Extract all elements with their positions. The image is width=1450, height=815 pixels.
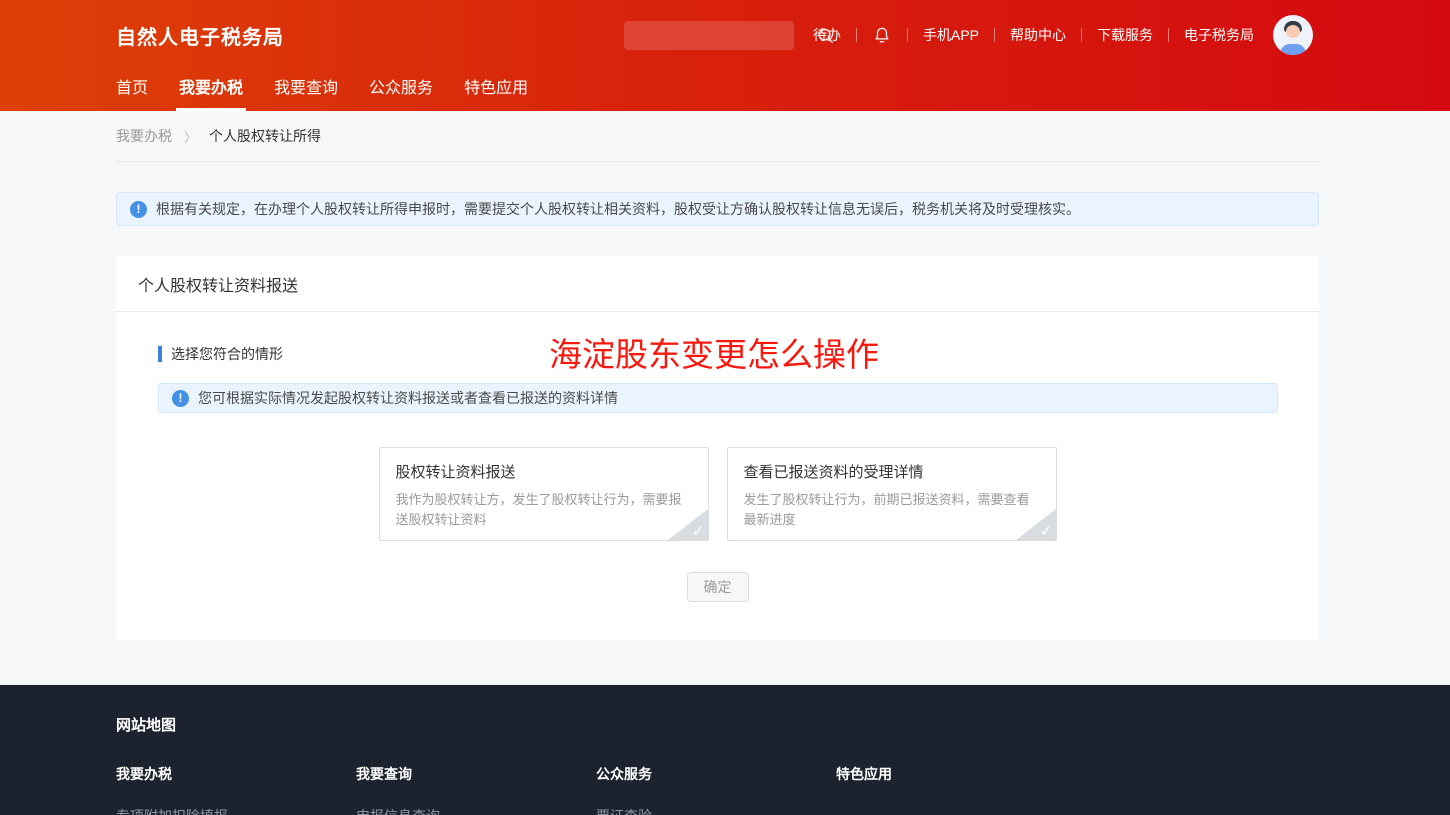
search-box bbox=[624, 21, 794, 50]
card-title: 个人股权转让资料报送 bbox=[116, 256, 1319, 312]
header: 自然人电子税务局 待办 bbox=[0, 0, 1450, 111]
divider bbox=[1168, 28, 1169, 42]
breadcrumb-separator: 〉 bbox=[184, 127, 197, 146]
divider bbox=[907, 28, 908, 42]
nav-featured-apps[interactable]: 特色应用 bbox=[464, 70, 528, 111]
nav-tax-handling[interactable]: 我要办税 bbox=[179, 70, 243, 111]
inner-info-alert-text: 您可根据实际情况发起股权转让资料报送或者查看已报送的资料详情 bbox=[198, 388, 618, 408]
breadcrumb: 我要办税 〉 个人股权转让所得 bbox=[0, 111, 1450, 162]
breadcrumb-parent[interactable]: 我要办税 bbox=[116, 126, 172, 146]
download-service-link[interactable]: 下载服务 bbox=[1097, 25, 1153, 45]
option-description: 发生了股权转让行为，前期已报送资料，需要查看最新进度 bbox=[744, 490, 1040, 530]
notification-bell-icon[interactable] bbox=[872, 25, 892, 46]
footer-col-tax-handling: 我要办税 bbox=[116, 764, 356, 784]
page-info-alert-text: 根据有关规定，在办理个人股权转让所得申报时，需要提交个人股权转让相关资料，股权受… bbox=[156, 199, 1080, 219]
section-label: 选择您符合的情形 bbox=[171, 344, 283, 364]
mobile-app-link[interactable]: 手机APP bbox=[923, 25, 979, 45]
site-logo[interactable]: 自然人电子税务局 bbox=[116, 21, 284, 50]
search-input[interactable] bbox=[624, 21, 816, 50]
page-info-alert: ! 根据有关规定，在办理个人股权转让所得申报时，需要提交个人股权转让相关资料，股… bbox=[116, 192, 1319, 226]
footer-link-special-deduction[interactable]: 专项附加扣除填报 bbox=[116, 806, 356, 815]
inner-info-alert: ! 您可根据实际情况发起股权转让资料报送或者查看已报送的资料详情 bbox=[158, 383, 1278, 413]
checkmark-icon: ✓ bbox=[1040, 524, 1053, 539]
info-icon: ! bbox=[172, 390, 189, 407]
option-description: 我作为股权转让方，发生了股权转让行为，需要报送股权转让资料 bbox=[396, 490, 692, 530]
footer-col-public-service: 公众服务 bbox=[596, 764, 836, 784]
option-title: 股权转让资料报送 bbox=[396, 461, 692, 482]
checkmark-icon: ✓ bbox=[692, 524, 705, 539]
divider bbox=[1081, 28, 1082, 42]
etax-bureau-link[interactable]: 电子税务局 bbox=[1184, 25, 1254, 45]
header-right-group: 待办 手机APP 帮助中心 下载服务 电子税务局 bbox=[624, 0, 1313, 70]
option-submit-transfer-materials[interactable]: 股权转让资料报送 我作为股权转让方，发生了股权转让行为，需要报送股权转让资料 ✓ bbox=[379, 447, 709, 541]
breadcrumb-current: 个人股权转让所得 bbox=[209, 126, 321, 146]
footer-link-ticket-verification[interactable]: 票证查验 bbox=[596, 806, 836, 815]
main-nav: 首页 我要办税 我要查询 公众服务 特色应用 bbox=[0, 70, 1450, 111]
todo-link[interactable]: 待办 bbox=[813, 25, 841, 45]
option-view-submitted-materials[interactable]: 查看已报送资料的受理详情 发生了股权转让行为，前期已报送资料，需要查看最新进度 … bbox=[727, 447, 1057, 541]
section-bar bbox=[158, 346, 162, 362]
sitemap-title: 网站地图 bbox=[116, 714, 1319, 735]
main-card: 个人股权转让资料报送 海淀股东变更怎么操作 选择您符合的情形 ! 您可根据实际情… bbox=[116, 256, 1319, 640]
nav-inquiry[interactable]: 我要查询 bbox=[274, 70, 338, 111]
option-title: 查看已报送资料的受理详情 bbox=[744, 461, 1040, 482]
footer: 网站地图 我要办税 专项附加扣除填报 我要查询 申报信息查询 公众服务 票证查验… bbox=[0, 685, 1450, 815]
user-avatar[interactable] bbox=[1273, 15, 1313, 55]
divider bbox=[994, 28, 995, 42]
footer-col-inquiry: 我要查询 bbox=[356, 764, 596, 784]
help-center-link[interactable]: 帮助中心 bbox=[1010, 25, 1066, 45]
divider bbox=[856, 28, 857, 42]
confirm-button[interactable]: 确定 bbox=[687, 572, 749, 602]
footer-col-featured-apps: 特色应用 bbox=[836, 764, 1076, 784]
nav-home[interactable]: 首页 bbox=[116, 70, 148, 111]
info-icon: ! bbox=[130, 201, 147, 218]
footer-link-declaration-inquiry[interactable]: 申报信息查询 bbox=[356, 806, 596, 815]
red-annotation-text: 海淀股东变更怎么操作 bbox=[549, 338, 879, 371]
nav-public-service[interactable]: 公众服务 bbox=[369, 70, 433, 111]
